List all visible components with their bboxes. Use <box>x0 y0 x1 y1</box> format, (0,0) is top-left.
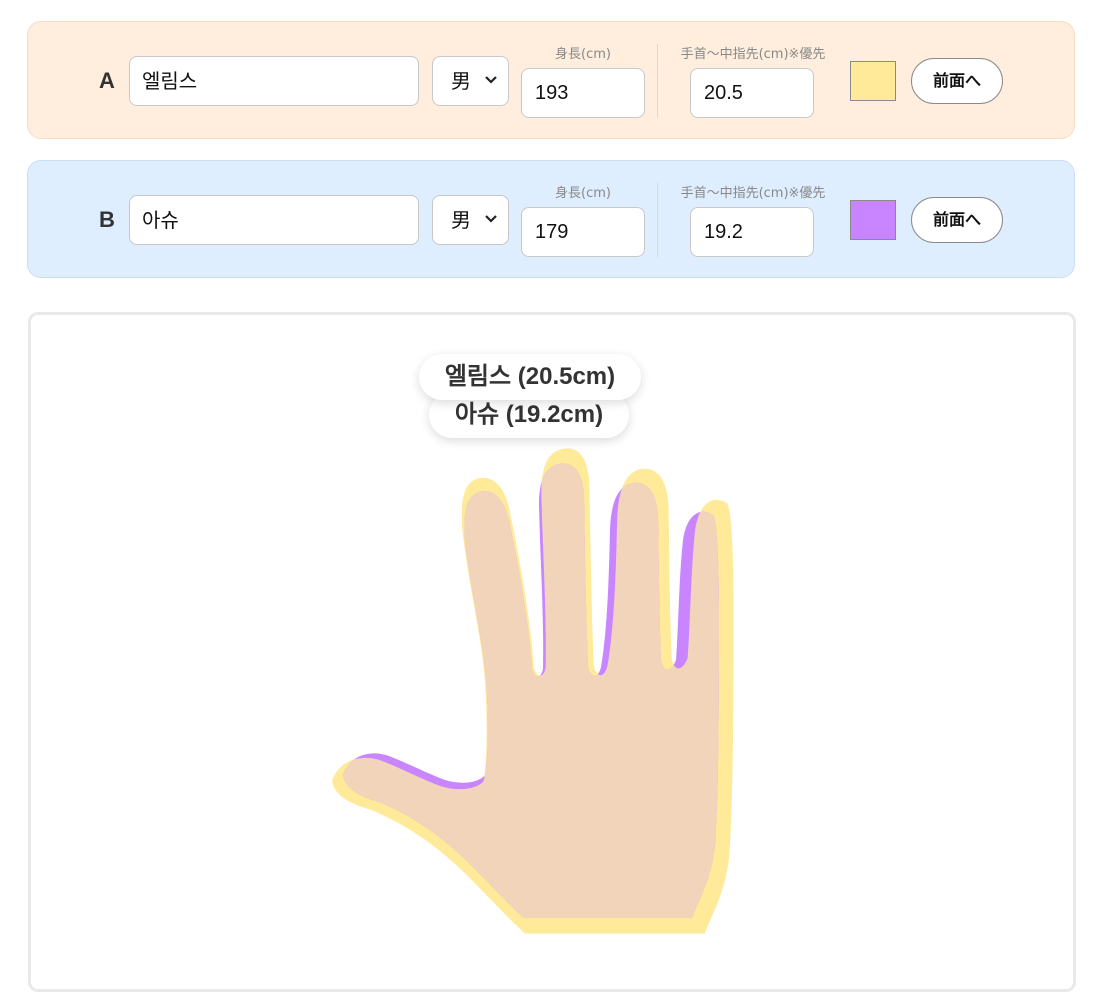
person-b-color-swatch[interactable] <box>850 200 896 240</box>
chevron-down-icon <box>485 215 497 223</box>
person-a-hand-caption: 手首〜中指先(cm)※優先 <box>680 47 826 62</box>
person-a-front-button[interactable]: 前面へ <box>911 58 1003 104</box>
person-b-label: B <box>99 207 115 232</box>
person-a-length-tag: 엘림스 (20.5cm) <box>419 354 641 400</box>
person-b-name-input[interactable]: 아슈 <box>129 195 419 245</box>
person-b-height-caption: 身長(cm) <box>555 186 611 201</box>
person-b-sex-value: 男 <box>451 208 471 232</box>
chevron-down-icon <box>485 76 497 84</box>
person-a-sex-select[interactable]: 男 <box>432 56 509 106</box>
person-a-color-swatch[interactable] <box>850 61 896 101</box>
person-a-hand-length-input[interactable]: 20.5 <box>690 68 814 118</box>
person-a-height-input[interactable]: 193 <box>521 68 645 118</box>
person-b-hand-length-input[interactable]: 19.2 <box>690 207 814 257</box>
person-a-height-caption: 身長(cm) <box>555 47 611 62</box>
person-a-name-input[interactable]: 엘림스 <box>129 56 419 106</box>
person-a-label: A <box>99 68 115 93</box>
person-b-panel: B 아슈 男 身長(cm) 179 手首〜中指先(cm)※優先 19.2 前面へ <box>27 160 1075 278</box>
person-b-front-button[interactable]: 前面へ <box>911 197 1003 243</box>
person-a-sex-value: 男 <box>451 69 471 93</box>
person-b-height-input[interactable]: 179 <box>521 207 645 257</box>
hand-comparison-stage: 아슈 (19.2cm) 엘림스 (20.5cm) <box>28 312 1076 992</box>
person-a-panel: A 엘림스 男 身長(cm) 193 手首〜中指先(cm)※優先 20.5 前面… <box>27 21 1075 139</box>
person-b-sex-select[interactable]: 男 <box>432 195 509 245</box>
person-b-hand-caption: 手首〜中指先(cm)※優先 <box>680 186 826 201</box>
